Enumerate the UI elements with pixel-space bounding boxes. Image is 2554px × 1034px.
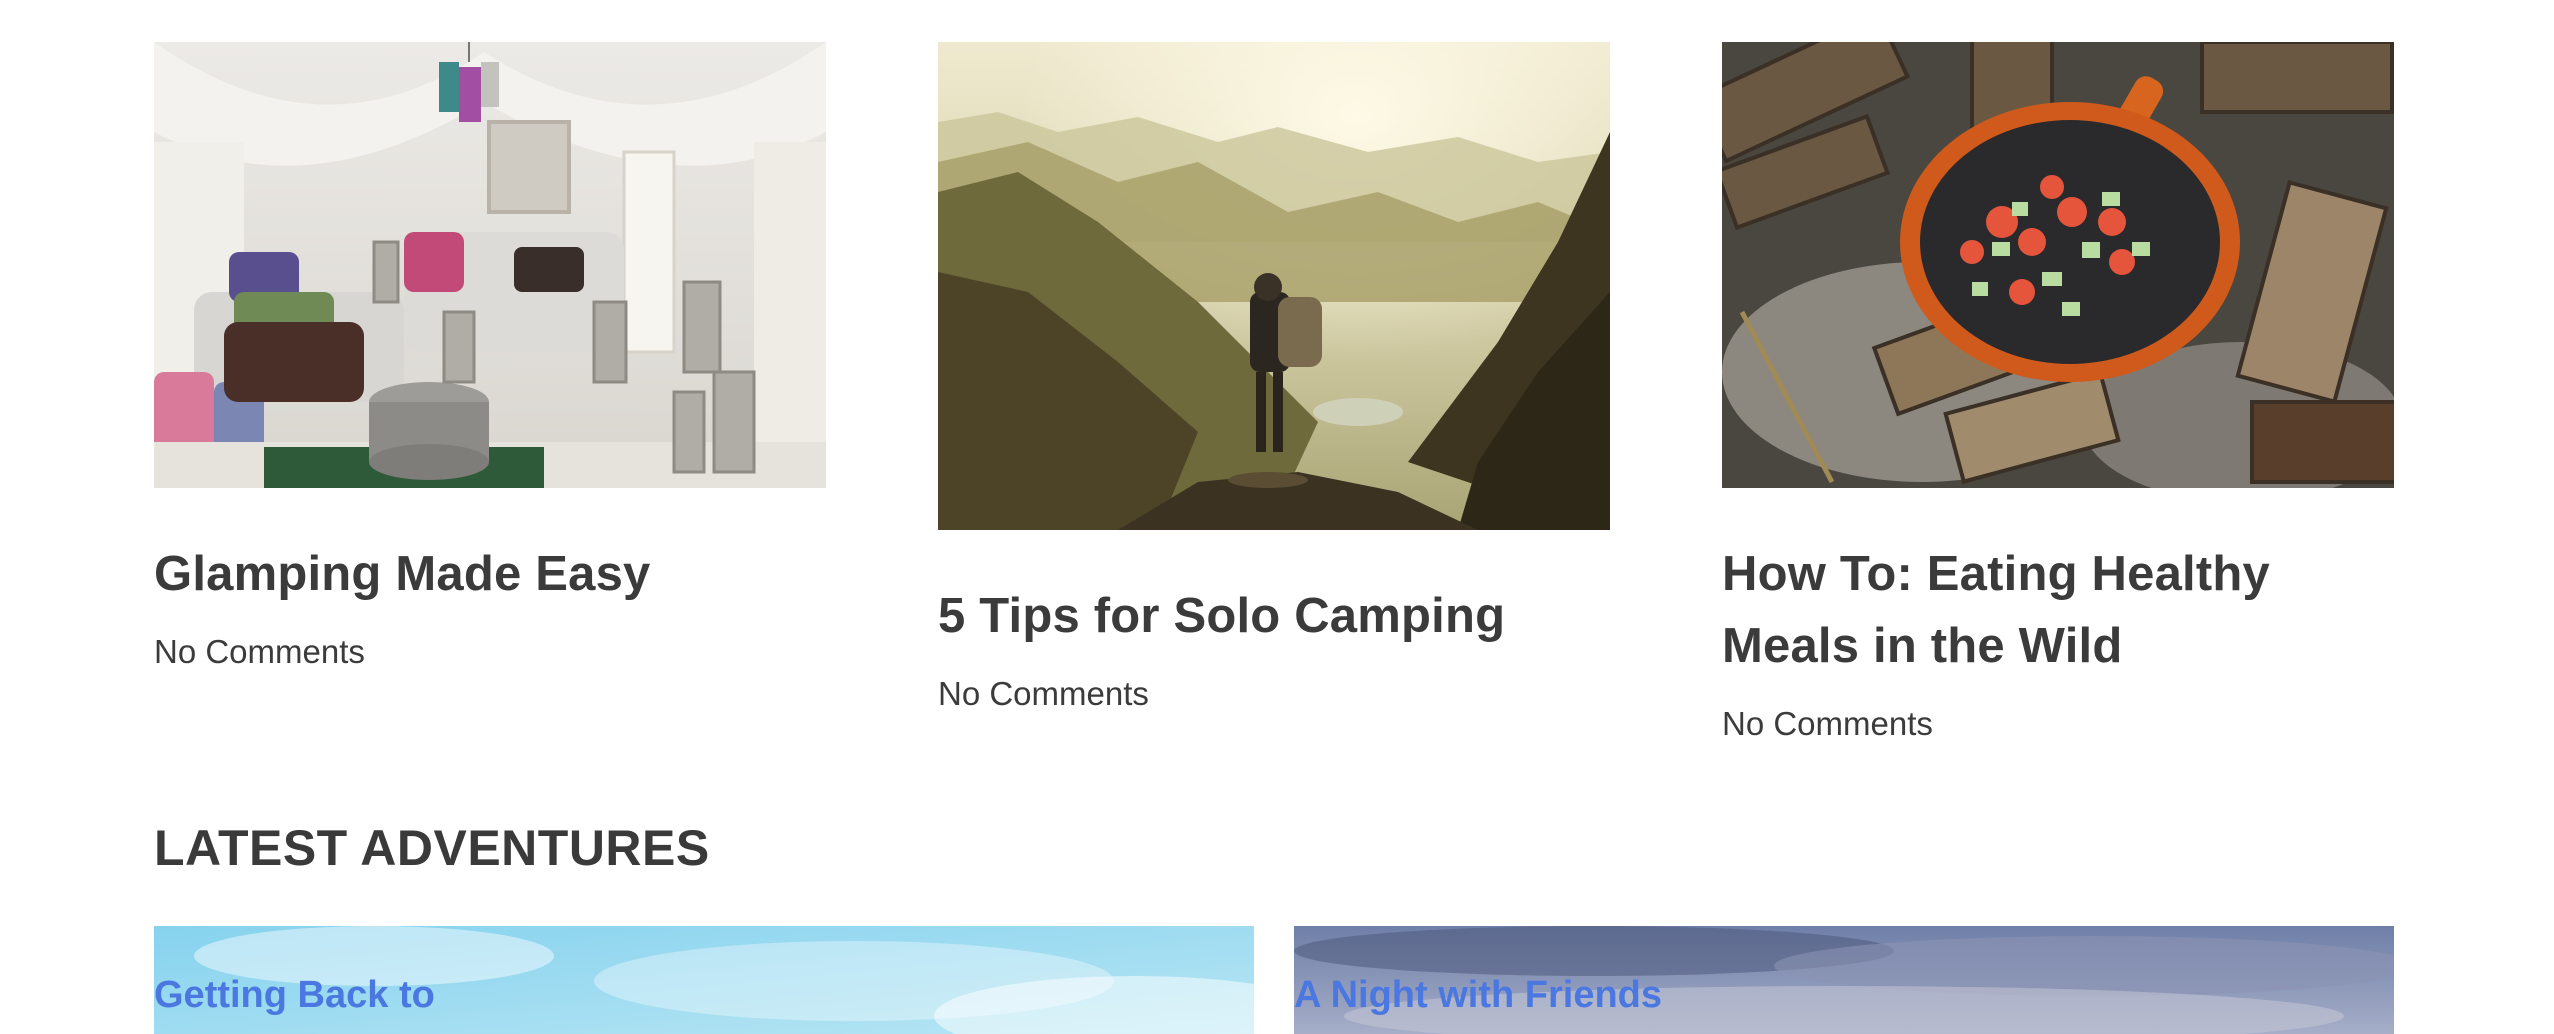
post-thumbnail-healthy-meals[interactable] — [1722, 42, 2394, 488]
post-card-glamping: Glamping Made Easy No Comments — [154, 42, 826, 672]
hiker-mountains-photo — [938, 42, 1610, 530]
post-comments-link[interactable]: No Comments — [938, 674, 1610, 714]
post-title-glamping[interactable]: Glamping Made Easy — [154, 538, 826, 610]
blog-page: Glamping Made Easy No Comments 5 Tips fo… — [0, 0, 2554, 1034]
adventure-title-getting-back[interactable]: Getting Back to — [154, 966, 435, 1024]
post-thumbnail-glamping[interactable] — [154, 42, 826, 488]
post-title-solo-camping[interactable]: 5 Tips for Solo Camping — [938, 580, 1610, 652]
glamping-tent-photo — [154, 42, 826, 488]
adventure-card-getting-back[interactable]: Getting Back to — [154, 926, 1254, 1034]
adventure-card-night-with-friends[interactable]: A Night with Friends — [1294, 926, 2394, 1034]
campfire-pan-photo — [1722, 42, 2394, 488]
post-card-healthy-meals: How To: Eating Healthy Meals in the Wild… — [1722, 42, 2394, 744]
post-card-solo-camping: 5 Tips for Solo Camping No Comments — [938, 42, 1610, 714]
post-thumbnail-solo-camping[interactable] — [938, 42, 1610, 530]
post-comments-link[interactable]: No Comments — [154, 632, 826, 672]
adventure-title-night-with-friends[interactable]: A Night with Friends — [1294, 966, 1662, 1024]
post-comments-link[interactable]: No Comments — [1722, 704, 2394, 744]
section-heading-latest-adventures: LATEST ADVENTURES — [154, 820, 710, 876]
post-title-healthy-meals[interactable]: How To: Eating Healthy Meals in the Wild — [1722, 538, 2394, 682]
